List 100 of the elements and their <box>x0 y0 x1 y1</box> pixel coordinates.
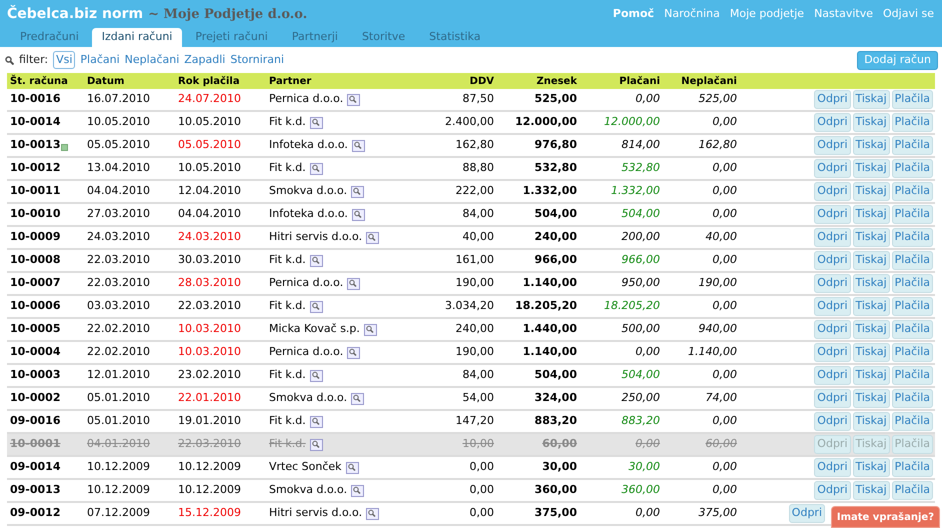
table-cell-text: 814,00 <box>620 137 660 154</box>
row-action-button[interactable]: Tiskaj <box>852 458 890 477</box>
row-action-button[interactable]: Tiskaj <box>852 481 890 500</box>
row-action-button[interactable]: Odpri <box>814 182 850 201</box>
row-action-button[interactable]: Tiskaj <box>852 182 890 201</box>
row-action-button[interactable]: Odpri <box>814 389 850 408</box>
row-action-button[interactable]: Tiskaj <box>852 251 890 270</box>
row-action-button[interactable]: Tiskaj <box>852 228 890 247</box>
row-action-button[interactable]: Odpri <box>814 481 850 500</box>
row-action-button[interactable]: Plačila <box>892 136 933 155</box>
table-cell-text: 22.02.2010 <box>87 321 151 338</box>
tab[interactable]: Statistika <box>418 28 492 47</box>
row-action-button[interactable]: Plačila <box>892 113 933 132</box>
table-cell-text: 940,00 <box>698 321 737 338</box>
row-action-button[interactable]: Plačila <box>892 389 933 408</box>
nav-link[interactable]: Pomoč <box>612 6 654 22</box>
row-action-button[interactable]: Tiskaj <box>852 90 890 109</box>
invoice-number: 10-0006 <box>10 298 60 314</box>
tab[interactable]: Prejeti računi <box>184 28 279 47</box>
row-action-button[interactable]: Plačila <box>892 297 933 316</box>
row-action-button[interactable]: Tiskaj <box>852 159 890 178</box>
row-action-button[interactable]: Plačila <box>892 205 933 224</box>
row-action-button[interactable]: Odpri <box>788 504 825 523</box>
row-action-button[interactable]: Odpri <box>814 205 850 224</box>
partner-name: Fit k.d. <box>269 367 306 384</box>
row-action-button[interactable]: Tiskaj <box>852 343 890 362</box>
column-header: Rok plačila <box>178 74 241 88</box>
row-action-button[interactable]: Odpri <box>814 458 850 477</box>
row-action-button[interactable]: Plačila <box>892 481 933 500</box>
nav-link[interactable]: Nastavitve <box>814 6 873 22</box>
row-action-button[interactable]: Tiskaj <box>852 205 890 224</box>
table-cell-text: 24.03.2010 <box>178 229 242 246</box>
row-action-button[interactable]: Tiskaj <box>852 412 890 431</box>
table-cell-text: 05.05.2010 <box>178 137 242 154</box>
tab[interactable]: Izdani računi <box>92 28 182 47</box>
table-cell-text: 0,00 <box>712 459 737 476</box>
row-action-button[interactable]: Plačila <box>892 251 933 270</box>
table-cell-text: 375,00 <box>534 505 577 522</box>
row-action-button[interactable]: Odpri <box>814 274 850 293</box>
table-cell-text: 190,00 <box>454 275 494 292</box>
row-action-button[interactable]: Plačila <box>892 182 933 201</box>
table-cell-text: 88,80 <box>462 160 494 176</box>
row-action-button[interactable]: Tiskaj <box>852 366 890 385</box>
table-cell-text: 18.205,20 <box>514 298 577 314</box>
row-action-button[interactable]: Plačila <box>892 366 933 385</box>
row-action-button[interactable]: Odpri <box>814 320 850 339</box>
row-action-button[interactable]: Odpri <box>814 297 850 316</box>
table-cell-text: 240,00 <box>454 321 494 338</box>
row-action-button[interactable]: Plačila <box>892 90 933 109</box>
row-action-button[interactable]: Tiskaj <box>852 136 890 155</box>
table-cell-text: 12.04.2010 <box>178 183 242 200</box>
row-action-button[interactable]: Plačila <box>892 274 933 293</box>
table-cell-text: 19.01.2010 <box>178 413 242 430</box>
nav-link[interactable]: Naročnina <box>664 6 720 22</box>
help-tab[interactable]: Imate vprašanje? <box>830 506 940 528</box>
table-cell-text: 22.03.2010 <box>87 252 151 268</box>
row-action-button[interactable]: Odpri <box>814 90 850 109</box>
table-cell-text: 0,00 <box>468 505 494 522</box>
partner-name: Infoteka d.o.o. <box>269 206 348 222</box>
row-action-button[interactable]: Odpri <box>814 136 850 155</box>
table-cell-text: 532,80 <box>620 160 660 176</box>
add-invoice-button[interactable]: Dodaj račun <box>857 50 938 70</box>
row-action-button[interactable]: Odpri <box>814 412 850 431</box>
filter-link[interactable]: Stornirani <box>230 52 284 68</box>
tab[interactable]: Predračuni <box>9 28 90 47</box>
tab[interactable]: Partnerji <box>280 28 349 47</box>
row-action-button[interactable]: Odpri <box>814 251 850 270</box>
table-cell-text: 0,00 <box>634 436 660 452</box>
row-action-button[interactable]: Plačila <box>892 412 933 431</box>
row-action-button[interactable]: Odpri <box>814 228 850 247</box>
row-action-button[interactable]: Odpri <box>814 113 850 132</box>
table-cell-text: 532,80 <box>534 160 577 176</box>
row-action-button[interactable]: Tiskaj <box>852 113 890 132</box>
table-cell-text: 03.03.2010 <box>87 298 151 314</box>
filter-link[interactable]: Vsi <box>53 51 76 69</box>
table-cell-text: 0,00 <box>468 459 494 476</box>
nav-link[interactable]: Moje podjetje <box>730 6 804 22</box>
row-action-button[interactable]: Tiskaj <box>852 274 890 293</box>
row-action-button[interactable]: Plačila <box>892 320 933 339</box>
row-action-button[interactable]: Plačila <box>892 228 933 247</box>
row-action-button[interactable]: Tiskaj <box>852 297 890 316</box>
table-cell-text: 10.05.2010 <box>178 160 242 176</box>
row-action-button[interactable]: Plačila <box>892 343 933 362</box>
filter-link[interactable]: Zapadli <box>184 52 226 68</box>
row-action-button[interactable]: Plačila <box>892 159 933 178</box>
row-action-button[interactable]: Tiskaj <box>852 320 890 339</box>
table-cell-text: 12.000,00 <box>603 114 660 130</box>
table-cell-text: 1.332,00 <box>522 183 577 200</box>
row-action-button[interactable]: Odpri <box>814 343 850 362</box>
row-action-button[interactable]: Odpri <box>814 159 850 178</box>
row-action-button[interactable]: Plačila <box>892 458 933 477</box>
tab[interactable]: Storitve <box>350 28 416 47</box>
filter-link[interactable]: Neplačani <box>124 52 180 68</box>
nav-link[interactable]: Odjavi se <box>883 6 934 22</box>
magnifier-icon <box>310 254 323 266</box>
table-cell-text: 10.12.2009 <box>87 459 151 476</box>
invoice-number: 09-0012 <box>10 505 60 522</box>
row-action-button[interactable]: Odpri <box>814 366 850 385</box>
filter-link[interactable]: Plačani <box>80 52 120 68</box>
row-action-button[interactable]: Tiskaj <box>852 389 890 408</box>
